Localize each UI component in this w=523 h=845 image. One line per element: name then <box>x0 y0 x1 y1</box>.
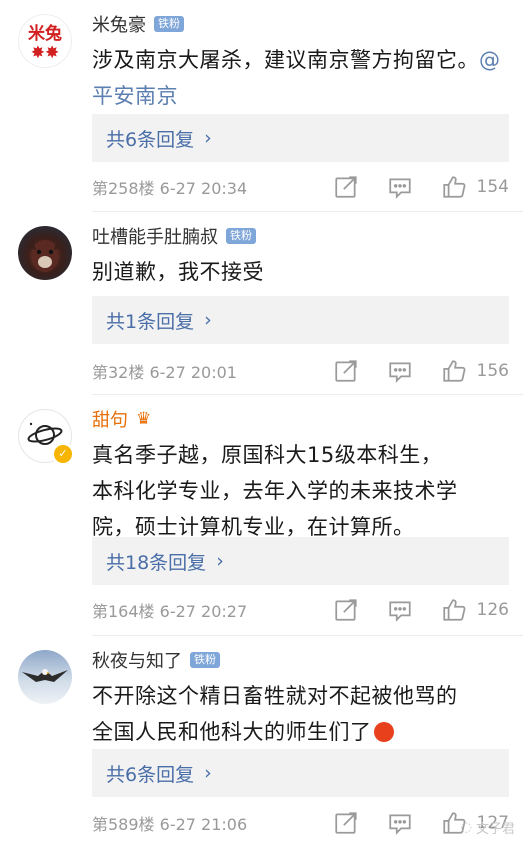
comment-icon[interactable] <box>387 597 413 623</box>
floor-number: 第32楼 <box>92 363 145 382</box>
comment-icon[interactable] <box>387 358 413 384</box>
floor-number: 第589楼 <box>92 815 155 834</box>
like-count: 156 <box>476 361 509 381</box>
timestamp: 6-27 20:34 <box>159 179 248 198</box>
comment-item-3: ✓ 甜句 ♛ 真名季子越，原国科大15级本科生， 本科化学专业，去年入学的未来技… <box>0 395 523 636</box>
fan-badge: 铁粉 <box>226 228 256 244</box>
share-icon[interactable] <box>333 597 359 623</box>
avatar[interactable]: 米兔 ✸✸ <box>18 14 72 68</box>
share-icon[interactable] <box>333 810 359 836</box>
floor-number: 第258楼 <box>92 179 155 198</box>
like-count: 154 <box>476 177 509 197</box>
comment-text: 别道歉，我不接受 <box>92 260 264 284</box>
comment-icon[interactable] <box>387 810 413 836</box>
view-replies-button[interactable]: 共6条回复 › <box>92 749 509 797</box>
avatar[interactable]: ✓ <box>18 409 74 465</box>
comment-item-2: 吐槽能手肚腩叔 铁粉 别道歉，我不接受 共1条回复 › 第32楼 6-27 20… <box>0 212 523 395</box>
username[interactable]: 甜句 <box>92 406 128 432</box>
chevron-right-icon: › <box>204 127 212 149</box>
fan-badge: 铁粉 <box>154 16 184 32</box>
view-replies-button[interactable]: 共6条回复 › <box>92 114 509 162</box>
floor-number: 第164楼 <box>92 602 155 621</box>
comment-item-4: 秋夜与知了 铁粉 不开除这个精日畜牲就对不起被他骂的 全国人民和他科大的师生们了… <box>0 636 523 845</box>
like-icon[interactable] <box>441 174 467 200</box>
comment-text: 真名季子越，原国科大15级本科生， 本科化学专业，去年入学的未来技术学 院，硕士… <box>92 443 458 539</box>
comment-meta: 第589楼 6-27 21:06 127 <box>92 808 509 838</box>
share-icon[interactable] <box>333 174 359 200</box>
fan-badge: 铁粉 <box>190 652 220 668</box>
share-icon[interactable] <box>333 358 359 384</box>
comment-meta: 第32楼 6-27 20:01 156 <box>92 356 509 386</box>
comment-meta: 第258楼 6-27 20:34 154 <box>92 172 509 202</box>
avatar[interactable] <box>18 650 72 704</box>
view-replies-button[interactable]: 共18条回复 › <box>92 537 509 585</box>
angry-face-icon <box>373 722 394 742</box>
username[interactable]: 秋夜与知了 <box>92 647 182 673</box>
replies-label: 共6条回复 <box>106 763 195 786</box>
view-replies-button[interactable]: 共1条回复 › <box>92 296 509 344</box>
chevron-right-icon: › <box>204 762 212 784</box>
comment-text: 不开除这个精日畜牲就对不起被他骂的 全国人民和他科大的师生们了 <box>92 684 458 744</box>
svg-text:✸✸: ✸✸ <box>31 43 60 63</box>
username[interactable]: 吐槽能手肚腩叔 <box>92 223 218 249</box>
timestamp: 6-27 20:27 <box>159 602 248 621</box>
comment-meta: 第164楼 6-27 20:27 126 <box>92 595 509 625</box>
avatar[interactable] <box>18 226 72 280</box>
replies-label: 共18条回复 <box>106 551 207 574</box>
like-count: 126 <box>476 600 509 620</box>
username[interactable]: 米兔豪 <box>92 11 146 37</box>
timestamp: 6-27 21:06 <box>159 815 248 834</box>
like-icon[interactable] <box>441 358 467 384</box>
like-icon[interactable] <box>441 597 467 623</box>
chevron-right-icon: › <box>204 309 212 331</box>
comment-text: 涉及南京大屠杀，建议南京警方拘留它。@平安南京 <box>92 48 501 108</box>
watermark: ◌ 文子君 <box>460 820 515 837</box>
verified-badge-icon: ✓ <box>52 443 74 465</box>
wechat-icon: ◌ <box>460 820 472 835</box>
chevron-right-icon: › <box>216 550 224 572</box>
replies-label: 共1条回复 <box>106 310 195 333</box>
replies-label: 共6条回复 <box>106 128 195 151</box>
comment-item-1: 米兔 ✸✸ 米兔豪 铁粉 涉及南京大屠杀，建议南京警方拘留它。@平安南京 共6条… <box>0 0 523 212</box>
crown-icon: ♛ <box>136 409 152 429</box>
timestamp: 6-27 20:01 <box>149 363 237 382</box>
svg-text:米兔: 米兔 <box>28 23 62 44</box>
comment-icon[interactable] <box>387 174 413 200</box>
